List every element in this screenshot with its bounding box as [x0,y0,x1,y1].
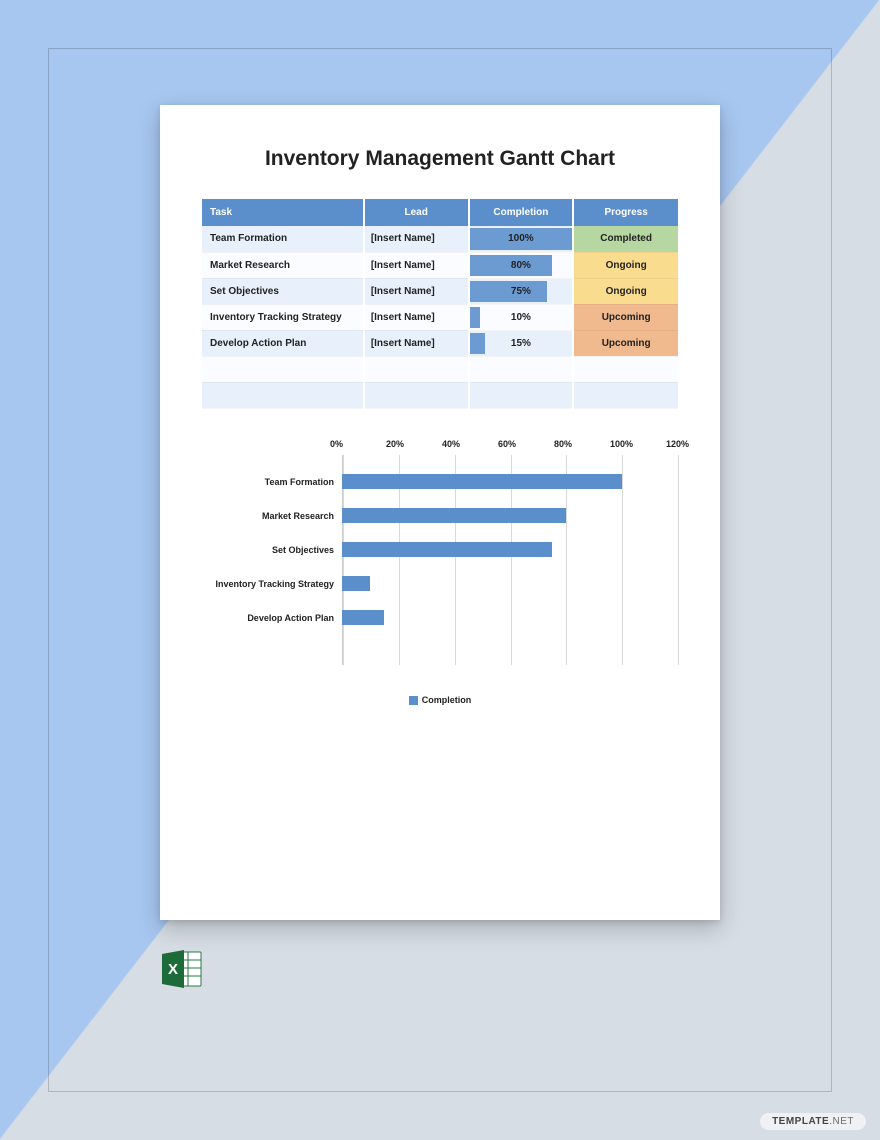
chart-bar-row: Team Formation [202,465,678,499]
completion-cell: 100% [469,226,574,252]
chart-bar-row: Set Objectives [202,533,678,567]
completion-cell: 15% [469,330,574,356]
completion-chart: 0%20%40%60%80%100%120% Team Formation Mar… [202,439,678,705]
excel-icon: X [160,948,204,990]
chart-bar [342,508,566,523]
chart-bar-label: Team Formation [202,477,342,487]
chart-bar-row: Market Research [202,499,678,533]
completion-label: 10% [476,312,567,323]
svg-text:X: X [168,961,178,978]
task-table: Task Lead Completion Progress Team Forma… [202,199,678,409]
chart-bar [342,576,370,591]
progress-cell: Ongoing [573,278,678,304]
chart-bar-row: Develop Action Plan [202,601,678,635]
table-row-empty [202,356,678,382]
task-cell: Market Research [202,252,364,278]
chart-bar [342,610,384,625]
table-header-row: Task Lead Completion Progress [202,199,678,226]
table-row-empty [202,382,678,408]
lead-cell: [Insert Name] [364,278,469,304]
col-completion: Completion [469,199,574,226]
completion-cell: 80% [469,252,574,278]
progress-cell: Completed [573,226,678,252]
chart-bar-row: Inventory Tracking Strategy [202,567,678,601]
table-row: Team Formation[Insert Name] 100% Completed [202,226,678,252]
stage: Inventory Management Gantt Chart Task Le… [0,0,880,1140]
table-row: Develop Action Plan[Insert Name] 15% Upcom… [202,330,678,356]
col-progress: Progress [573,199,678,226]
task-cell: Set Objectives [202,278,364,304]
progress-cell: Upcoming [573,304,678,330]
watermark: TEMPLATE.NET [760,1113,866,1130]
col-lead: Lead [364,199,469,226]
watermark-light: .NET [829,1116,854,1127]
table-row: Market Research[Insert Name] 80% Ongoing [202,252,678,278]
chart-bar-label: Inventory Tracking Strategy [202,579,342,589]
document-page: Inventory Management Gantt Chart Task Le… [160,105,720,920]
chart-bar [342,474,622,489]
watermark-bold: TEMPLATE [772,1116,829,1127]
chart-bar [342,542,552,557]
progress-cell: Ongoing [573,252,678,278]
table-row: Inventory Tracking Strategy[Insert Name]… [202,304,678,330]
completion-cell: 10% [469,304,574,330]
col-task: Task [202,199,364,226]
table-row: Set Objectives[Insert Name] 75% Ongoing [202,278,678,304]
grid-line [678,455,679,665]
completion-label: 15% [476,338,567,349]
lead-cell: [Insert Name] [364,304,469,330]
progress-cell: Upcoming [573,330,678,356]
completion-label: 80% [476,260,567,271]
lead-cell: [Insert Name] [364,252,469,278]
legend-swatch [409,696,418,705]
task-cell: Team Formation [202,226,364,252]
lead-cell: [Insert Name] [364,226,469,252]
task-cell: Inventory Tracking Strategy [202,304,364,330]
chart-bar-label: Develop Action Plan [202,613,342,623]
task-cell: Develop Action Plan [202,330,364,356]
legend-label: Completion [422,695,472,705]
page-title: Inventory Management Gantt Chart [202,147,678,171]
completion-cell: 75% [469,278,574,304]
chart-axis: 0%20%40%60%80%100%120% [202,439,678,455]
chart-legend: Completion [202,695,678,705]
chart-bar-label: Market Research [202,511,342,521]
chart-bar-label: Set Objectives [202,545,342,555]
completion-label: 75% [476,286,567,297]
lead-cell: [Insert Name] [364,330,469,356]
completion-label: 100% [476,233,567,244]
